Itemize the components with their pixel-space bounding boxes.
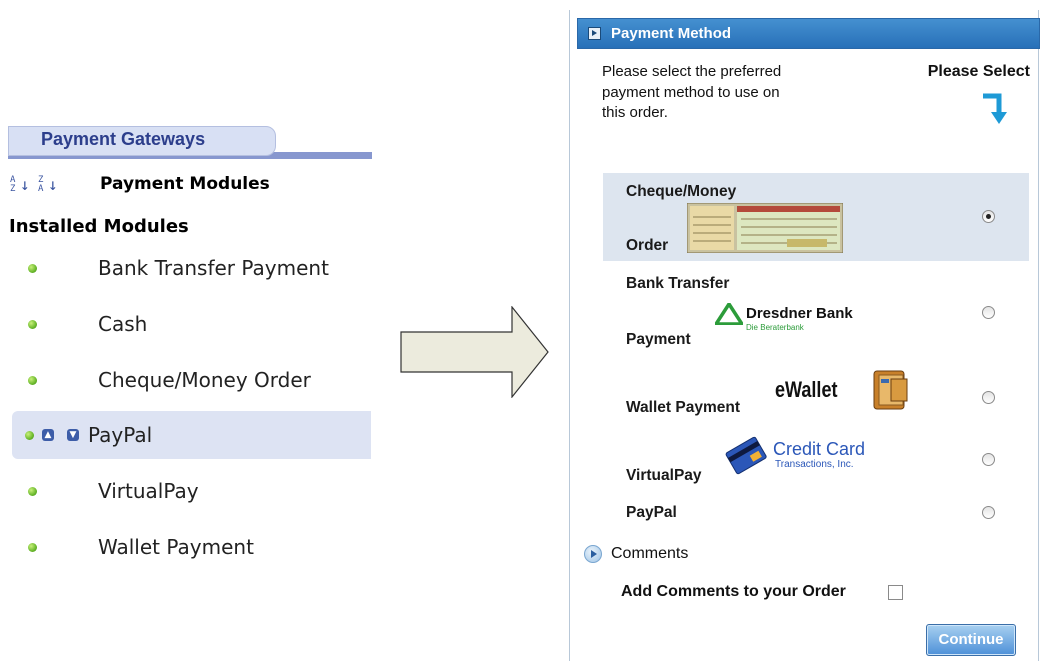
cheque-image bbox=[687, 203, 843, 253]
collapse-icon[interactable] bbox=[588, 27, 601, 40]
sort-ascending-icon[interactable]: A Z ↓ bbox=[10, 176, 32, 194]
sort-descending-icon[interactable]: Z A ↓ bbox=[38, 176, 60, 194]
module-label: Wallet Payment bbox=[98, 535, 254, 559]
add-comments-checkbox[interactable] bbox=[888, 585, 903, 600]
ewallet-text: eWallet bbox=[775, 377, 838, 402]
option-label: VirtualPay bbox=[626, 467, 702, 484]
turn-down-arrow-icon bbox=[983, 93, 1007, 124]
credit-card-logo bbox=[725, 436, 767, 475]
payment-option-bank-transfer[interactable]: Bank Transfer Payment Dresdner Bank Die … bbox=[603, 269, 1029, 357]
credit-card-text: Credit Card bbox=[773, 439, 866, 459]
dresdner-bank-subtext: Die Beraterbank bbox=[746, 323, 804, 332]
radio-bank-transfer[interactable] bbox=[982, 306, 995, 319]
radio-paypal[interactable] bbox=[982, 506, 995, 519]
module-label: Cash bbox=[98, 312, 148, 336]
installed-modules-heading: Installed Modules bbox=[9, 216, 189, 237]
module-label: Cheque/Money Order bbox=[98, 368, 311, 392]
module-item-cheque[interactable]: Cheque/Money Order bbox=[12, 356, 371, 404]
dresdner-bank-logo bbox=[715, 303, 743, 325]
payment-modules-title: Payment Modules bbox=[100, 174, 270, 194]
credit-card-subtext: Transactions, Inc. bbox=[775, 459, 854, 470]
module-item-cash[interactable]: Cash bbox=[12, 300, 371, 348]
payment-option-virtualpay[interactable]: VirtualPay Credit Card Transactions, Inc… bbox=[603, 421, 1029, 495]
move-down-icon[interactable]: ▼ bbox=[67, 429, 79, 441]
module-item-bank-transfer[interactable]: Bank Transfer Payment bbox=[12, 244, 371, 292]
module-item-paypal[interactable]: ▲ ▼ PayPal bbox=[12, 411, 371, 459]
continue-button[interactable]: Continue bbox=[926, 624, 1016, 656]
module-label: VirtualPay bbox=[98, 479, 199, 503]
instructions-text: Please select the preferred payment meth… bbox=[602, 63, 782, 121]
payment-gateways-tab[interactable]: Payment Gateways bbox=[8, 126, 372, 159]
panel-title: Payment Method bbox=[611, 25, 732, 42]
module-label: PayPal bbox=[88, 423, 153, 447]
option-label: Wallet Payment bbox=[626, 399, 740, 416]
status-dot-icon bbox=[28, 376, 37, 385]
radio-wallet[interactable] bbox=[982, 391, 995, 404]
comments-expand-icon[interactable] bbox=[584, 545, 602, 563]
payment-option-paypal[interactable]: PayPal bbox=[603, 497, 1029, 533]
module-item-wallet[interactable]: Wallet Payment bbox=[12, 523, 371, 571]
comments-label[interactable]: Comments bbox=[611, 545, 688, 563]
status-dot-icon bbox=[28, 487, 37, 496]
tab-label: Payment Gateways bbox=[41, 129, 206, 149]
dresdner-bank-text: Dresdner Bank bbox=[746, 305, 853, 322]
panel-header[interactable]: Payment Method bbox=[577, 18, 1040, 49]
option-label: Payment bbox=[626, 331, 691, 348]
module-item-virtualpay[interactable]: VirtualPay bbox=[12, 467, 371, 515]
payment-option-wallet[interactable]: Wallet Payment eWallet bbox=[603, 357, 1029, 421]
radio-virtualpay[interactable] bbox=[982, 453, 995, 466]
option-label: Bank Transfer bbox=[626, 275, 730, 292]
option-label: Cheque/Money bbox=[626, 183, 737, 200]
payment-option-cheque[interactable]: Cheque/Money Order bbox=[603, 173, 1029, 261]
status-dot-icon bbox=[28, 543, 37, 552]
status-dot-icon bbox=[28, 320, 37, 329]
option-label: Order bbox=[626, 237, 669, 254]
transition-arrow-icon bbox=[400, 306, 549, 398]
please-select-label: Please Select bbox=[927, 63, 1030, 80]
add-comments-label: Add Comments to your Order bbox=[621, 583, 846, 600]
radio-cheque[interactable] bbox=[982, 210, 995, 223]
tab-pill[interactable]: Payment Gateways bbox=[8, 126, 276, 156]
ewallet-logo bbox=[873, 370, 908, 410]
module-label: Bank Transfer Payment bbox=[98, 256, 329, 280]
move-up-icon[interactable]: ▲ bbox=[42, 429, 54, 441]
status-dot-icon bbox=[28, 264, 37, 273]
option-label: PayPal bbox=[626, 504, 677, 521]
payment-method-panel: Payment Method Please select the preferr… bbox=[569, 10, 1040, 661]
status-dot-icon bbox=[25, 431, 34, 440]
